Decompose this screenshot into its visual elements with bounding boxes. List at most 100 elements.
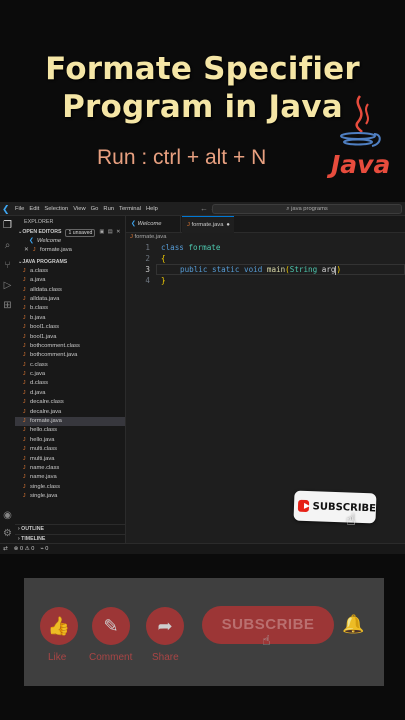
class-name-token: formate bbox=[188, 243, 221, 252]
open-editor-label: formate.java bbox=[40, 247, 72, 254]
line-number: 4 bbox=[145, 276, 150, 285]
file-item[interactable]: Jsingle.java bbox=[15, 492, 125, 501]
java-file-icon: J bbox=[23, 361, 26, 368]
file-item[interactable]: Jdecalre.java bbox=[15, 408, 125, 417]
file-item[interactable]: Jsingle.class bbox=[15, 483, 125, 492]
open-editors-actions-icon[interactable]: ▣ ▤ ✕ bbox=[99, 228, 121, 237]
file-item[interactable]: Jb.java bbox=[15, 314, 125, 323]
file-name: name.java bbox=[30, 474, 57, 481]
command-center-search[interactable]: ⌕ java programs bbox=[212, 204, 402, 214]
file-item[interactable]: Jformate.java bbox=[15, 417, 125, 427]
breadcrumb[interactable]: J formate.java bbox=[130, 234, 166, 240]
share-label: Share bbox=[152, 652, 179, 663]
gear-icon[interactable]: ⚙ bbox=[2, 528, 13, 539]
run-debug-icon[interactable]: ▷ bbox=[2, 280, 13, 291]
file-item[interactable]: Jdecalre.class bbox=[15, 398, 125, 407]
line-number: 1 bbox=[145, 243, 150, 252]
menu-terminal[interactable]: Terminal bbox=[119, 206, 141, 212]
file-name: d.java bbox=[30, 389, 46, 396]
file-item[interactable]: Jc.java bbox=[15, 370, 125, 379]
file-item[interactable]: Ja.class bbox=[15, 267, 125, 276]
type-token: String bbox=[289, 265, 318, 274]
file-item[interactable]: Jalldata.class bbox=[15, 286, 125, 295]
file-item[interactable]: Jbothcomment.class bbox=[15, 342, 125, 351]
code-line-4: } bbox=[161, 276, 166, 285]
comment-label: Comment bbox=[89, 652, 133, 663]
file-item[interactable]: Jbool1.class bbox=[15, 323, 125, 332]
account-icon[interactable]: ◉ bbox=[2, 510, 13, 521]
file-item[interactable]: Jbothcomment.java bbox=[15, 351, 125, 360]
file-item[interactable]: Jmulti.class bbox=[15, 445, 125, 454]
vscode-file-icon: ❮ bbox=[29, 238, 34, 244]
menu-edit[interactable]: Edit bbox=[29, 206, 39, 212]
comment-button[interactable]: ✎ bbox=[92, 607, 130, 645]
file-item[interactable]: Jbool1.java bbox=[15, 333, 125, 342]
file-item[interactable]: Ja.java bbox=[15, 276, 125, 285]
folder-label: JAVA PROGRAMS bbox=[22, 258, 68, 265]
menu-go[interactable]: Go bbox=[91, 206, 99, 212]
method-name-token: main bbox=[266, 265, 286, 274]
file-item[interactable]: Jd.class bbox=[15, 379, 125, 388]
menu-selection[interactable]: Selection bbox=[44, 206, 68, 212]
open-editor-welcome[interactable]: ❮ Welcome bbox=[15, 237, 125, 246]
java-logo-text: Java bbox=[331, 150, 391, 179]
file-item[interactable]: Jd.java bbox=[15, 389, 125, 398]
line-number: 3 bbox=[145, 265, 150, 274]
open-editors-section[interactable]: ⌄ OPEN EDITORS 1 unsaved ▣ ▤ ✕ bbox=[15, 228, 125, 237]
timeline-section[interactable]: › TIMELINE bbox=[15, 534, 126, 543]
java-file-icon: J bbox=[23, 389, 26, 396]
search-icon[interactable]: ⌕ bbox=[2, 240, 13, 251]
source-control-icon[interactable]: ⑂ bbox=[2, 260, 13, 271]
headline-line-1: Formate Specifier bbox=[45, 51, 360, 87]
warning-icon: ⚠ bbox=[24, 546, 30, 552]
activity-bar: ❐ ⌕ ⑂ ▷ ⊞ ◉ ⚙ bbox=[0, 216, 15, 543]
status-bar: ⇄ ⊗ 0 ⚠ 0 ⌁ 0 bbox=[0, 543, 405, 554]
menu-help[interactable]: Help bbox=[146, 206, 158, 212]
subscribe-badge[interactable]: SUBSCRIBE bbox=[293, 490, 377, 524]
tab-formate-java[interactable]: J formate.java ● bbox=[182, 216, 234, 233]
error-count: 0 bbox=[19, 546, 24, 552]
menu-view[interactable]: View bbox=[73, 206, 85, 212]
open-editors-label: OPEN EDITORS bbox=[22, 229, 62, 235]
java-programs-folder[interactable]: ⌄ JAVA PROGRAMS bbox=[15, 258, 125, 267]
outline-section[interactable]: › OUTLINE bbox=[15, 524, 126, 533]
share-button[interactable]: ➦ bbox=[146, 607, 184, 645]
file-item[interactable]: Jb.class bbox=[15, 304, 125, 313]
title-bar: ❮ File Edit Selection View Go Run Termin… bbox=[0, 202, 405, 216]
java-file-icon: J bbox=[23, 408, 26, 415]
keyword-token: class bbox=[161, 243, 184, 252]
java-file-icon: J bbox=[23, 427, 26, 434]
menu-run[interactable]: Run bbox=[103, 206, 114, 212]
problems-indicator[interactable]: ⊗ 0 ⚠ 0 bbox=[14, 546, 35, 552]
remote-icon[interactable]: ⇄ bbox=[3, 546, 8, 552]
open-editor-formate-java[interactable]: ✕ J formate.java bbox=[15, 246, 125, 255]
menu-file[interactable]: File bbox=[15, 206, 24, 212]
comment-icon: ✎ bbox=[103, 616, 119, 636]
code-line-3: public static void main(String arg) bbox=[180, 264, 341, 275]
java-file-icon: J bbox=[23, 277, 26, 284]
file-item[interactable]: Jc.class bbox=[15, 361, 125, 370]
ports-indicator[interactable]: ⌁ 0 bbox=[40, 546, 48, 552]
breadcrumb-file: formate.java bbox=[134, 234, 167, 240]
like-button[interactable]: 👍 bbox=[40, 607, 78, 645]
file-item[interactable]: Jmulti.java bbox=[15, 455, 125, 464]
line-number: 2 bbox=[145, 254, 150, 263]
file-item[interactable]: Jname.class bbox=[15, 464, 125, 473]
file-name: multi.java bbox=[30, 455, 55, 462]
extensions-icon[interactable]: ⊞ bbox=[2, 300, 13, 311]
error-icon: ⊗ bbox=[13, 546, 19, 552]
file-name: alldata.java bbox=[30, 295, 60, 302]
run-shortcut-text: Run : ctrl + alt + N bbox=[97, 146, 267, 169]
java-file-icon: J bbox=[23, 314, 26, 321]
tab-label: formate.java bbox=[191, 222, 224, 228]
file-name: single.java bbox=[30, 493, 58, 500]
unsaved-dot-icon[interactable]: ● bbox=[226, 222, 230, 228]
file-item[interactable]: Jhello.class bbox=[15, 426, 125, 435]
tab-welcome[interactable]: ❮ Welcome bbox=[126, 216, 181, 233]
close-icon[interactable]: ✕ bbox=[24, 246, 33, 255]
file-item[interactable]: Jname.java bbox=[15, 473, 125, 482]
file-item[interactable]: Jalldata.java bbox=[15, 295, 125, 304]
file-item[interactable]: Jhello.java bbox=[15, 436, 125, 445]
bell-icon[interactable]: 🔔 bbox=[342, 614, 364, 635]
explorer-files-icon[interactable]: ❐ bbox=[2, 220, 13, 231]
